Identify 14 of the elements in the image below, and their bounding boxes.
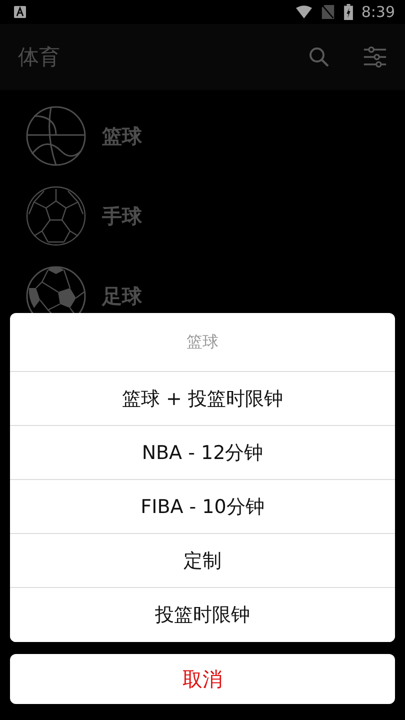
app-title: 体育	[18, 44, 61, 71]
app-notification-icon	[14, 6, 26, 18]
sport-label: 篮球	[102, 122, 142, 150]
cancel-button[interactable]: 取消	[10, 654, 395, 704]
wifi-icon	[296, 5, 312, 19]
sport-label: 手球	[102, 202, 142, 230]
sport-label: 足球	[102, 282, 142, 310]
no-sim-icon	[320, 5, 336, 19]
status-time: 8:39	[361, 3, 395, 21]
settings-icon[interactable]	[363, 45, 387, 69]
search-icon[interactable]	[307, 45, 331, 69]
basketball-icon	[26, 106, 86, 166]
ball-icon	[26, 186, 86, 246]
battery-icon	[344, 4, 354, 20]
